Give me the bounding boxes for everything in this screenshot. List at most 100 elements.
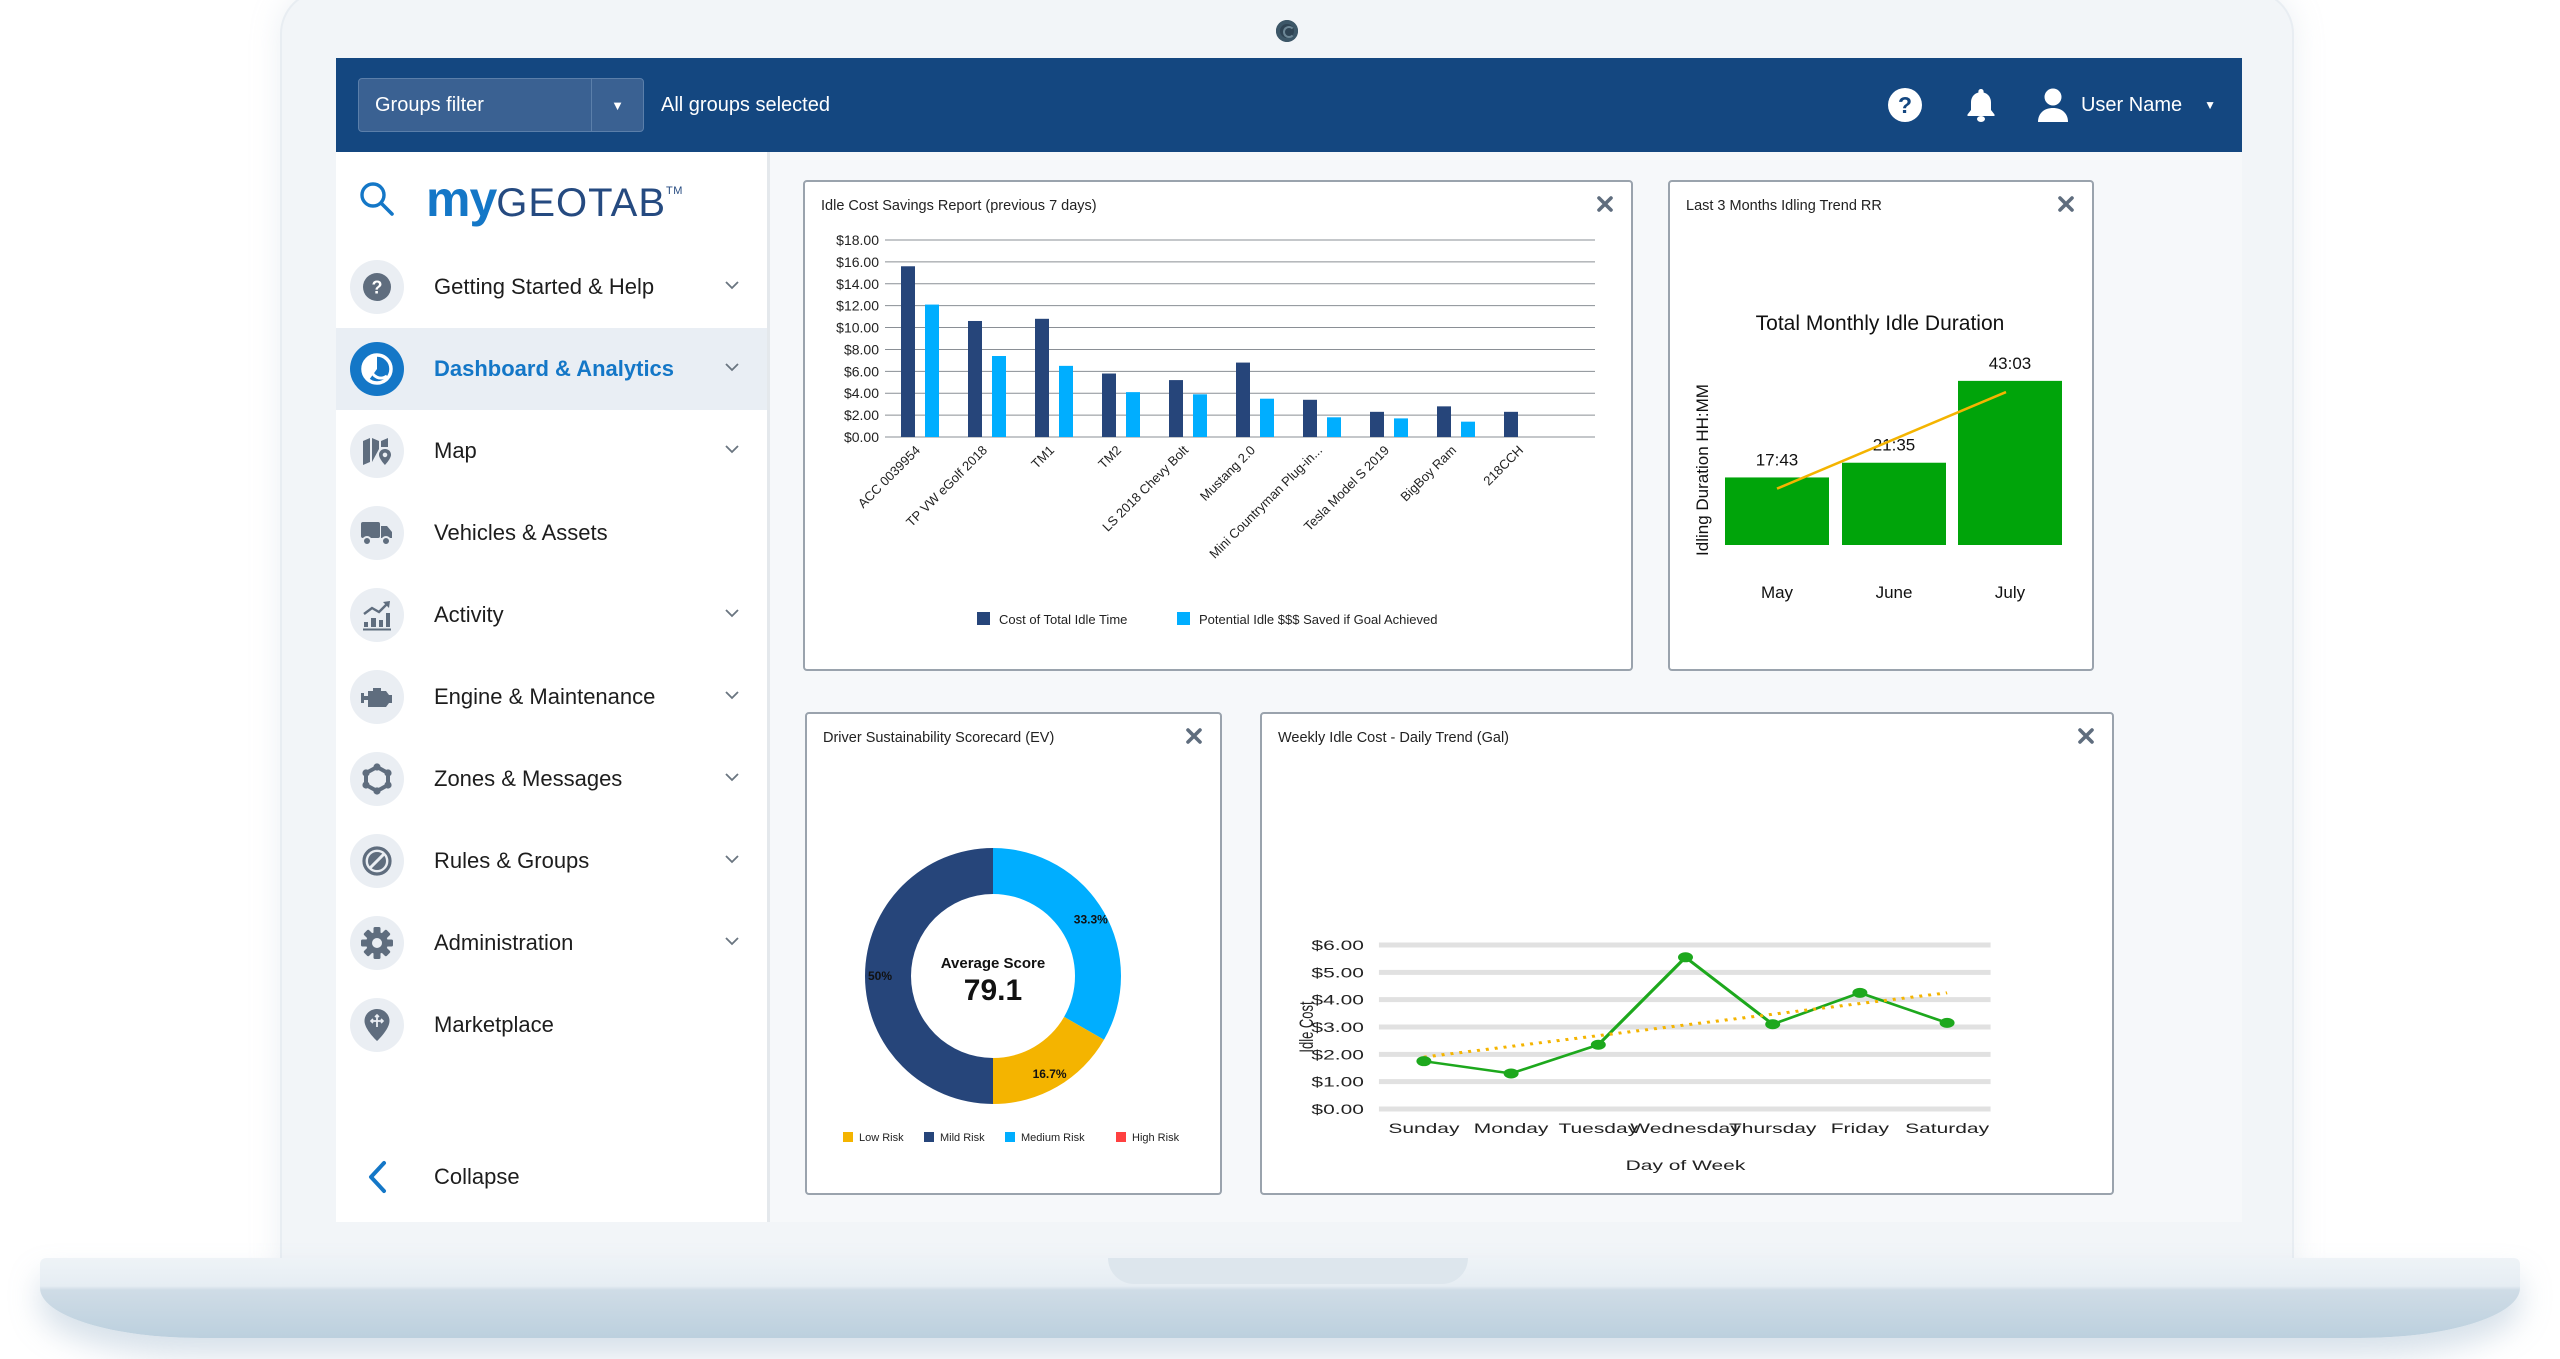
legend-swatch (1116, 1132, 1126, 1142)
groups-filter-dropdown[interactable]: Groups filter ▼ (358, 78, 644, 132)
x-tick-label: BigBoy Ram (1397, 443, 1459, 505)
user-icon (2037, 88, 2068, 122)
bar-idle-cost (1169, 380, 1183, 437)
sidebar-item-label: Activity (434, 602, 504, 627)
engine-icon (361, 688, 392, 707)
help-button[interactable]: ? (1885, 85, 1925, 125)
sidebar-item-label: Rules & Groups (434, 848, 590, 873)
bar-potential-savings (1059, 365, 1073, 437)
x-tick-label: Mustang 2.0 (1197, 443, 1258, 504)
y-tick-label: $14.00 (836, 276, 879, 292)
legend-label: Medium Risk (1021, 1132, 1085, 1144)
dropdown-arrow-icon[interactable]: ▼ (591, 79, 643, 131)
data-point (1416, 1056, 1432, 1067)
x-tick-label: June (1876, 583, 1913, 602)
x-tick-label: 218CCH (1480, 443, 1526, 489)
laptop-notch (1108, 1258, 1468, 1284)
sidebar-item-rules-groups[interactable]: Rules & Groups (336, 820, 767, 902)
bar-potential-savings (925, 304, 939, 437)
laptop-mockup: Groups filter ▼ All groups selected ? Us… (0, 0, 2560, 1359)
y-tick-label: $0.00 (1311, 1101, 1364, 1117)
chevron-down-icon[interactable] (723, 440, 741, 458)
chevron-down-icon[interactable] (723, 358, 741, 376)
y-tick-label: $10.00 (836, 320, 879, 336)
y-tick-label: $4.00 (844, 385, 879, 401)
mygeotab-logo[interactable]: my GEOTAB TM (426, 170, 683, 228)
data-label: 43:03 (1989, 354, 2032, 373)
y-tick-label: $16.00 (836, 254, 879, 270)
data-label: 17:43 (1756, 450, 1799, 469)
bar-idle-cost (1303, 399, 1317, 437)
x-tick-label: Sunday (1388, 1120, 1459, 1136)
sidebar-nav: ? Getting Started & Help Dashboard & Ana… (336, 246, 767, 1066)
sidebar-item-label: Vehicles & Assets (434, 520, 608, 545)
bar-idle-cost (1370, 411, 1384, 437)
sidebar-item-zones-messages[interactable]: Zones & Messages (336, 738, 767, 820)
legend-swatch (924, 1132, 934, 1142)
chevron-left-icon (369, 1161, 386, 1193)
x-tick-label: TM2 (1095, 443, 1124, 472)
y-axis-label: Idling Duration HH:MM (1693, 384, 1712, 556)
sidebar-item-marketplace[interactable]: Marketplace (336, 984, 767, 1066)
data-point (1678, 952, 1693, 963)
sidebar-item-vehicles-assets[interactable]: Vehicles & Assets (336, 492, 767, 574)
bar-idle-cost (1035, 318, 1049, 437)
chevron-down-icon[interactable] (723, 768, 741, 786)
logo-geotab: GEOTAB (496, 181, 666, 225)
monthly-idle-bar-chart: Total Monthly Idle Duration Idling Durati… (1693, 312, 2062, 602)
legend-swatch (1005, 1132, 1015, 1142)
sidebar-item-label: Getting Started & Help (434, 274, 655, 299)
x-tick-label: Thursday (1729, 1120, 1817, 1136)
y-tick-label: $12.00 (836, 298, 879, 314)
center-label: Average Score (941, 955, 1046, 972)
chevron-down-icon[interactable] (723, 276, 741, 294)
collapse-label: Collapse (434, 1164, 520, 1189)
x-axis-label: Day of Week (1626, 1157, 1746, 1173)
legend-label: Cost of Total Idle Time (999, 612, 1127, 627)
x-tick-label: Saturday (1905, 1120, 1989, 1136)
notifications-button[interactable] (1961, 85, 2001, 125)
user-menu[interactable]: User Name ▼ (2037, 87, 2216, 123)
center-value: 79.1 (964, 974, 1022, 1007)
chart-title: Total Monthly Idle Duration (1756, 312, 2005, 335)
sidebar-item-map[interactable]: Map (336, 410, 767, 492)
x-tick-label: TM1 (1028, 443, 1057, 472)
y-tick-label: $2.00 (1311, 1047, 1364, 1063)
bar-idle-cost (968, 320, 982, 437)
slice-label: 16.7% (1033, 1067, 1067, 1081)
collapse-sidebar-button[interactable]: Collapse (350, 1152, 520, 1202)
sidebar-item-dashboard-analytics[interactable]: Dashboard & Analytics (336, 328, 767, 410)
bell-icon (1967, 89, 1995, 122)
chevron-down-icon[interactable] (723, 850, 741, 868)
y-tick-label: $0.00 (844, 429, 879, 445)
truck-icon (361, 522, 392, 546)
bar-potential-savings (1193, 394, 1207, 437)
sidebar-item-getting-started[interactable]: ? Getting Started & Help (336, 246, 767, 328)
sidebar-item-engine-maintenance[interactable]: Engine & Maintenance (336, 656, 767, 738)
bar-potential-savings (992, 356, 1006, 437)
groups-filter-label: Groups filter (375, 94, 484, 116)
bar-potential-savings (1461, 421, 1475, 437)
user-name: User Name (2080, 93, 2183, 116)
x-tick-label: ACC 0039954 (855, 443, 923, 511)
bar-month (1842, 462, 1946, 545)
sidebar-item-administration[interactable]: Administration (336, 902, 767, 984)
x-tick-label: May (1761, 583, 1794, 602)
slice-label: 50% (868, 969, 892, 983)
chevron-down-icon[interactable] (723, 932, 741, 950)
rules-icon (362, 846, 392, 876)
chevron-down-icon[interactable] (723, 604, 741, 622)
y-tick-label: $3.00 (1311, 1019, 1364, 1035)
y-tick-label: $1.00 (1311, 1074, 1364, 1090)
question-circle-icon: ? (1887, 88, 1922, 122)
search-icon[interactable] (358, 180, 396, 218)
activity-chart-icon (363, 601, 391, 631)
chevron-down-icon[interactable] (723, 686, 741, 704)
data-point (1590, 1039, 1606, 1050)
sidebar-item-activity[interactable]: Activity (336, 574, 767, 656)
x-tick-label: Wednesday (1630, 1120, 1740, 1136)
driver-scorecard-donut-chart: 33.3% 16.7% 50% Average Score 79.1 Low Risk Mi… (843, 848, 1180, 1144)
x-tick-label: Friday (1831, 1120, 1889, 1136)
y-axis-label: Idle Cost (1295, 1001, 1317, 1053)
marketplace-pin-icon (364, 1009, 390, 1041)
